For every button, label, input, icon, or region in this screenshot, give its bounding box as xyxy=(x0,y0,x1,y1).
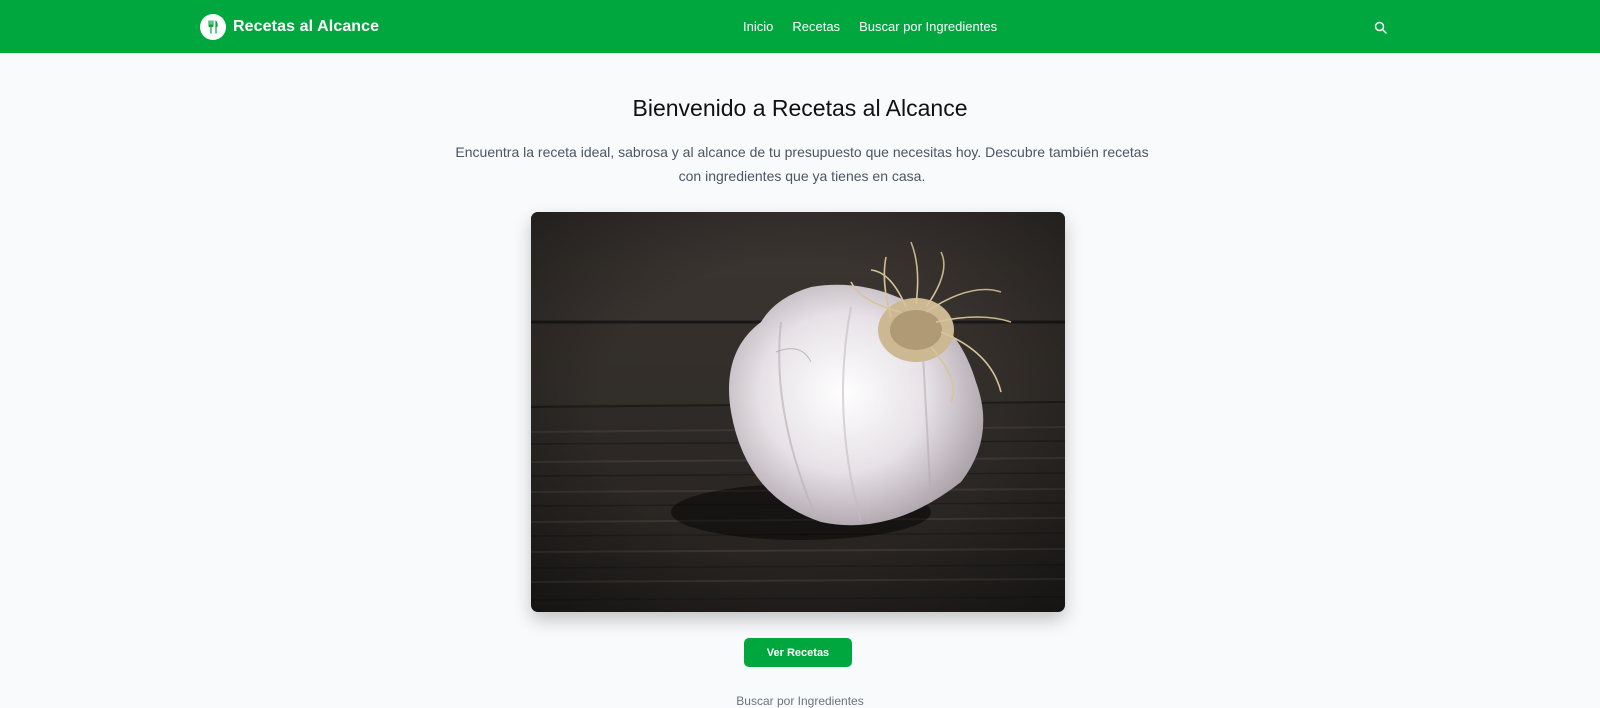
hero-garlic-image xyxy=(531,212,1065,612)
ver-recetas-button[interactable]: Ver Recetas xyxy=(744,638,852,667)
nav-link-inicio[interactable]: Inicio xyxy=(743,19,773,35)
buscar-ingredientes-link[interactable]: Buscar por Ingredientes xyxy=(0,694,1600,708)
page-title: Bienvenido a Recetas al Alcance xyxy=(632,95,968,121)
top-navbar: Recetas al Alcance Inicio Recetas Buscar… xyxy=(0,0,1600,53)
nav-link-recetas[interactable]: Recetas xyxy=(792,19,840,35)
hero-subtitle: Encuentra la receta ideal, sabrosa y al … xyxy=(455,144,1149,184)
main-nav: Inicio Recetas Buscar por Ingredientes xyxy=(743,19,997,35)
brand-name: Recetas al Alcance xyxy=(233,18,380,35)
utensils-icon xyxy=(200,14,226,40)
search-icon[interactable] xyxy=(1372,19,1388,35)
brand-home-link[interactable]: Recetas al Alcance xyxy=(200,14,379,40)
nav-link-buscar-ingredientes[interactable]: Buscar por Ingredientes xyxy=(859,19,997,35)
